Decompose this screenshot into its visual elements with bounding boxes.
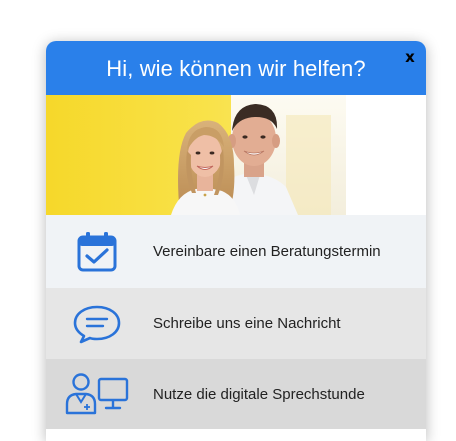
team-photo-image — [46, 95, 426, 215]
calendar-check-icon — [64, 227, 130, 277]
close-button[interactable]: x — [402, 49, 418, 65]
option-video-consultation[interactable]: Nutze die digitale Sprechstunde — [46, 359, 426, 429]
option-message[interactable]: Schreibe uns eine Nachricht — [46, 288, 426, 359]
team-photo — [46, 95, 426, 215]
doctor-monitor-icon — [64, 369, 130, 419]
header-title: Hi, wie können wir helfen? — [106, 56, 366, 81]
option-label: Vereinbare einen Beratungstermin — [153, 243, 381, 260]
widget-header: Hi, wie können wir helfen? x — [46, 41, 426, 95]
chat-bubble-icon — [64, 299, 130, 349]
option-label: Schreibe uns eine Nachricht — [153, 315, 341, 332]
option-appointment[interactable]: Vereinbare einen Beratungstermin — [46, 215, 426, 288]
options-list: Vereinbare einen Beratungstermin Schreib… — [46, 215, 426, 429]
option-label: Nutze die digitale Sprechstunde — [153, 385, 365, 403]
contact-widget: Hi, wie können wir helfen? x Vereinbare … — [46, 41, 426, 441]
